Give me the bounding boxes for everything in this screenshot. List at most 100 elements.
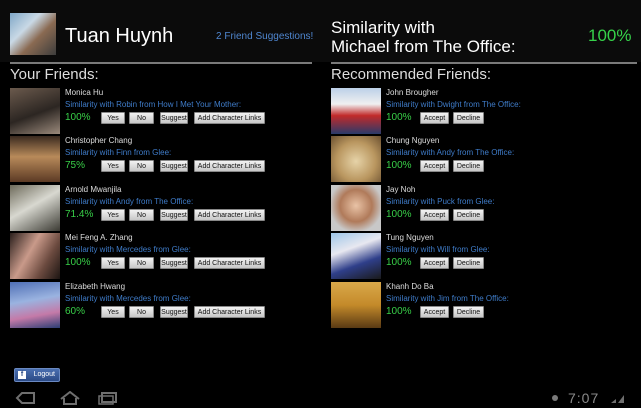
friend-similarity-percent: 100% [65,257,91,268]
header-bar: Tuan Huynh 2 Friend Suggestions! Similar… [0,0,641,62]
add-character-links-button[interactable]: Add Character Links [194,306,265,318]
recommended-photo[interactable] [331,185,381,231]
recommended-similarity-percent: 100% [386,306,412,317]
suggest-button[interactable]: Suggest [160,257,188,269]
friend-similarity-percent: 75% [65,160,86,171]
friends-divider [10,62,312,64]
character-similarity-label: Similarity with Michael from The Office: [331,18,516,56]
no-button[interactable]: No [129,306,154,318]
notification-icon[interactable] [550,393,560,403]
friend-similarity: Similarity with Robin from How I Met You… [65,100,242,109]
friend-similarity-percent: 71.4% [65,209,94,220]
recommended-friends-title: Recommended Friends: [331,66,492,83]
friend-row: Monica Hu Similarity with Robin from How… [10,88,310,134]
recommended-name: Chung Nguyen [386,136,440,145]
user-name: Tuan Huynh [65,25,174,47]
add-character-links-button[interactable]: Add Character Links [194,112,265,124]
decline-button[interactable]: Decline [453,160,484,172]
add-character-links-button[interactable]: Add Character Links [194,160,265,172]
yes-button[interactable]: Yes [101,160,125,172]
recommended-photo[interactable] [331,136,381,182]
recommended-photo[interactable] [331,282,381,328]
no-button[interactable]: No [129,209,154,221]
yes-button[interactable]: Yes [101,306,125,318]
recommended-row: Tung Nguyen Similarity with Will from Gl… [331,233,631,279]
friend-row: Mei Feng A. Zhang Similarity with Merced… [10,233,310,279]
suggest-button[interactable]: Suggest [160,160,188,172]
system-nav-bar [0,388,641,408]
friend-row: Arnold Mwanjila Similarity with Andy fro… [10,185,310,231]
add-character-links-button[interactable]: Add Character Links [194,209,265,221]
friend-similarity-percent: 100% [65,112,91,123]
friend-row: Elizabeth Hwang Similarity with Mercedes… [10,282,310,328]
home-icon[interactable] [58,391,82,405]
decline-button[interactable]: Decline [453,257,484,269]
yes-button[interactable]: Yes [101,257,125,269]
accept-button[interactable]: Accept [420,160,449,172]
yes-button[interactable]: Yes [101,112,125,124]
accept-button[interactable]: Accept [420,209,449,221]
accept-button[interactable]: Accept [420,306,449,318]
friend-photo[interactable] [10,233,60,279]
recommended-similarity: Similarity with Puck from Glee: [386,197,495,206]
recommended-name: Khanh Do Ba [386,282,434,291]
recommended-similarity-percent: 100% [386,112,412,123]
friend-similarity: Similarity with Finn from Glee: [65,148,172,157]
friend-name: Mei Feng A. Zhang [65,233,133,242]
decline-button[interactable]: Decline [453,306,484,318]
recommended-photo[interactable] [331,233,381,279]
recommended-similarity: Similarity with Jim from The Office: [386,294,509,303]
similarity-label-line2: Michael from The Office: [331,37,516,56]
recommended-name: Tung Nguyen [386,233,434,242]
your-friends-title: Your Friends: [10,66,99,83]
suggest-button[interactable]: Suggest [160,306,188,318]
friend-suggestions-link[interactable]: 2 Friend Suggestions! [216,31,313,42]
status-clock[interactable]: 7:07 [568,390,599,406]
recommended-row: Khanh Do Ba Similarity with Jim from The… [331,282,631,328]
friend-name: Arnold Mwanjila [65,185,122,194]
friend-photo[interactable] [10,185,60,231]
recent-apps-icon[interactable] [96,391,120,405]
add-character-links-button[interactable]: Add Character Links [194,257,265,269]
profile-avatar[interactable] [10,13,56,55]
logout-button[interactable]: f Logout [14,368,60,382]
logout-label: Logout [33,371,55,378]
recommended-similarity: Similarity with Andy from The Office: [386,148,515,157]
back-icon[interactable] [14,391,38,405]
friend-similarity: Similarity with Andy from The Office: [65,197,194,206]
no-button[interactable]: No [129,160,154,172]
friend-similarity-percent: 60% [65,306,86,317]
accept-button[interactable]: Accept [420,112,449,124]
suggest-button[interactable]: Suggest [160,209,188,221]
recommended-row: John Brougher Similarity with Dwight fro… [331,88,631,134]
recommended-similarity-percent: 100% [386,257,412,268]
yes-button[interactable]: Yes [101,209,125,221]
accept-button[interactable]: Accept [420,257,449,269]
recommended-divider [331,62,637,64]
recommended-photo[interactable] [331,88,381,134]
recommended-similarity-percent: 100% [386,209,412,220]
recommended-similarity: Similarity with Dwight from The Office: [386,100,521,109]
character-similarity-value: 100% [588,26,632,45]
no-button[interactable]: No [129,257,154,269]
recommended-row: Jay Noh Similarity with Puck from Glee: … [331,185,631,231]
facebook-icon: f [18,371,26,379]
recommended-row: Chung Nguyen Similarity with Andy from T… [331,136,631,182]
friend-similarity: Similarity with Mercedes from Glee: [65,245,191,254]
recommended-similarity: Similarity with Will from Glee: [386,245,490,254]
friend-photo[interactable] [10,136,60,182]
friend-similarity: Similarity with Mercedes from Glee: [65,294,191,303]
decline-button[interactable]: Decline [453,112,484,124]
recommended-similarity-percent: 100% [386,160,412,171]
no-button[interactable]: No [129,112,154,124]
friend-name: Christopher Chang [65,136,133,145]
wifi-signal-icon [611,395,624,403]
suggest-button[interactable]: Suggest [160,112,188,124]
friend-photo[interactable] [10,282,60,328]
friend-name: Elizabeth Hwang [65,282,126,291]
similarity-label-line1: Similarity with [331,18,435,37]
friend-photo[interactable] [10,88,60,134]
recommended-name: Jay Noh [386,185,416,194]
decline-button[interactable]: Decline [453,209,484,221]
friend-row: Christopher Chang Similarity with Finn f… [10,136,310,182]
